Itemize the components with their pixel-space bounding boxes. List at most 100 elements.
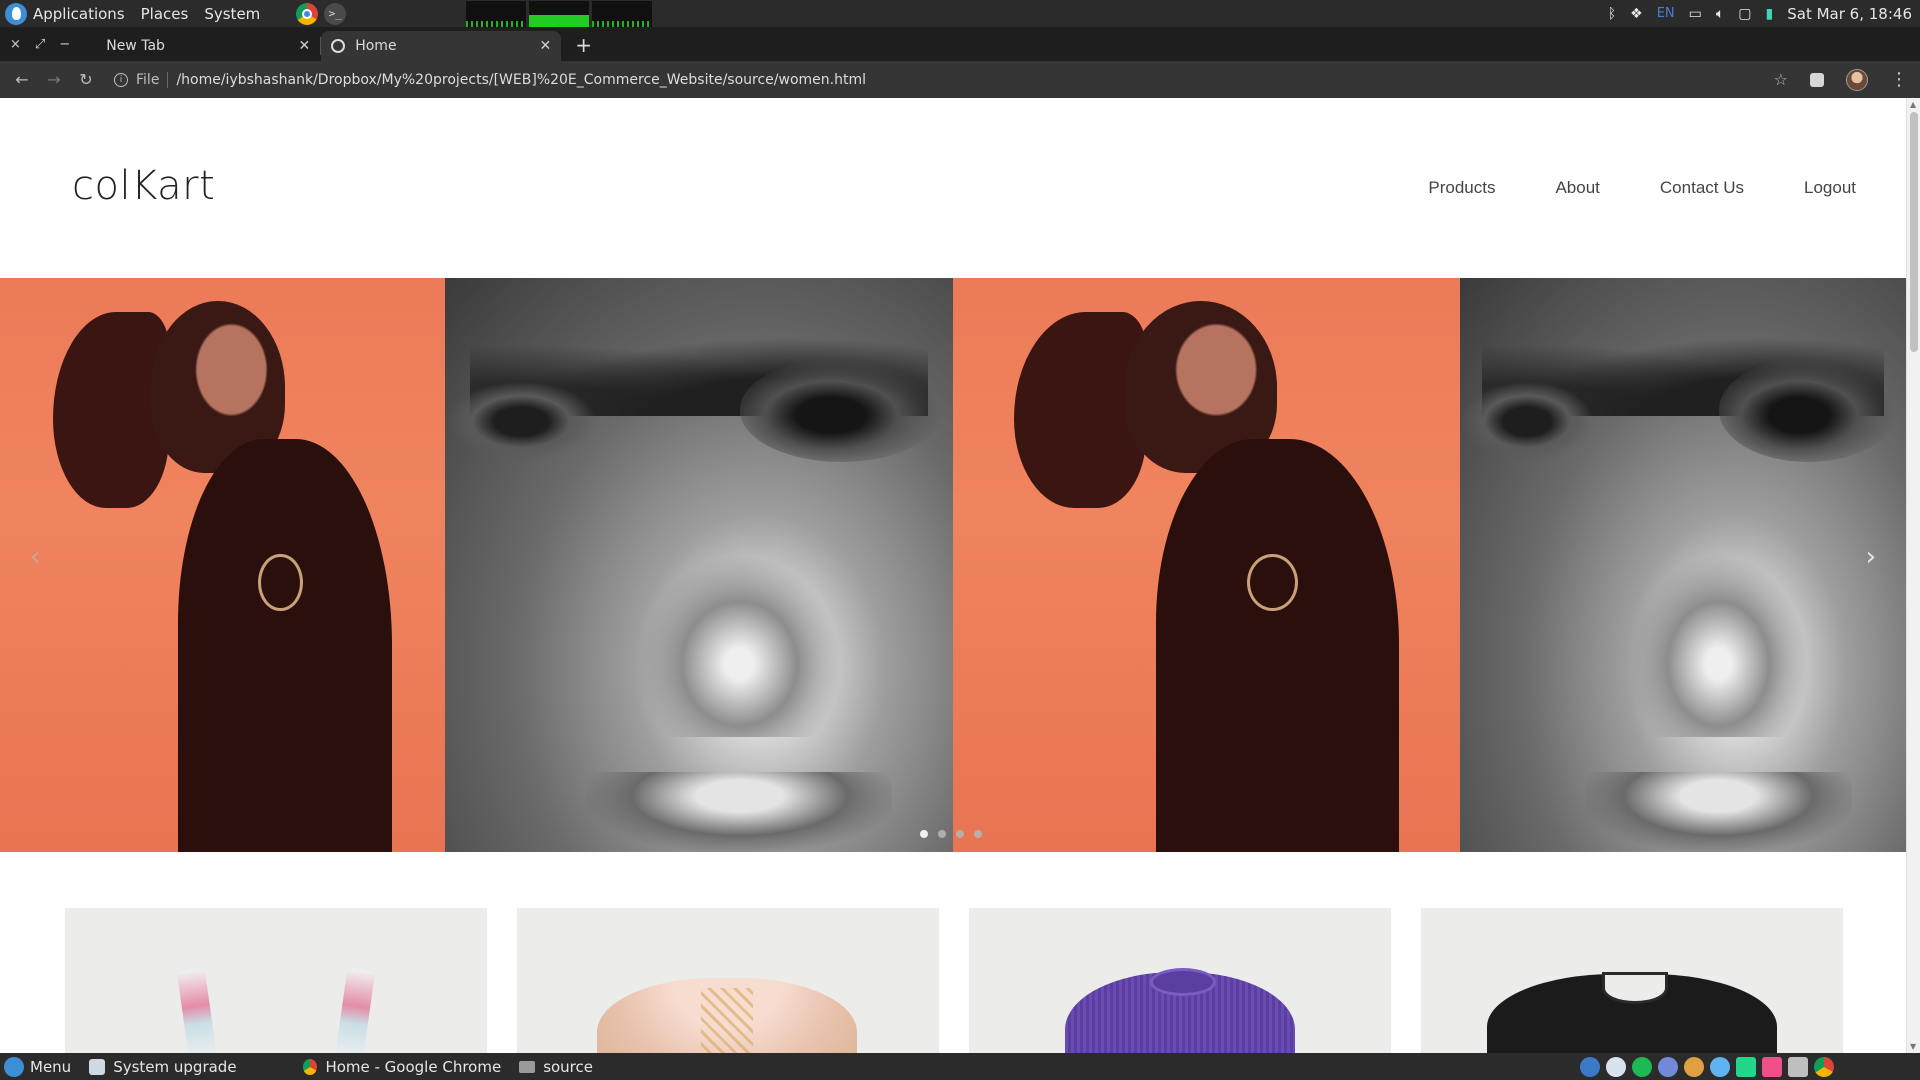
tab-new-tab[interactable]: New Tab ✕ (80, 31, 320, 61)
taskbar-menu-label: Menu (30, 1057, 72, 1076)
cpu-graph (466, 0, 527, 27)
taskbar-item-system-upgrade[interactable]: System upgrade (89, 1058, 285, 1076)
browser-tabstrip: × ⤢ − New Tab ✕ Home ✕ + (0, 27, 1920, 61)
display-icon[interactable]: ▭ (1689, 6, 1702, 22)
taskbar-item-source-folder[interactable]: source (519, 1058, 593, 1076)
volume-icon[interactable]: 🔈︎ (1716, 6, 1724, 22)
omnibox[interactable]: i File /home/iybshashank/Dropbox/My%20pr… (114, 71, 1774, 88)
nav-logout[interactable]: Logout (1804, 178, 1856, 198)
nav-contact-us[interactable]: Contact Us (1660, 178, 1744, 198)
app-tray-icon[interactable] (1580, 1056, 1600, 1077)
taskbar-item-chrome[interactable]: Home - Google Chrome (303, 1058, 501, 1076)
carousel-next-icon[interactable]: › (1866, 542, 1876, 572)
terminal-launcher-icon[interactable]: >_ (324, 2, 347, 25)
carousel-indicator[interactable] (920, 830, 928, 838)
site-logo[interactable]: colKart (72, 163, 215, 209)
spotify-icon[interactable] (1632, 1056, 1652, 1077)
system-monitor (466, 0, 653, 27)
product-card-2[interactable] (517, 908, 939, 1053)
taskbar-item-label: System upgrade (113, 1057, 237, 1076)
network-graph (592, 0, 653, 27)
scroll-down-icon[interactable]: ▼ (1910, 1042, 1916, 1051)
page-viewport: colKart Products About Contact Us Logout (0, 98, 1920, 1053)
clock[interactable]: Sat Mar 6, 18:46 (1787, 5, 1912, 23)
intellij-icon[interactable] (1762, 1056, 1782, 1077)
taskbar-tray (1580, 1056, 1920, 1077)
browser-menu-icon[interactable]: ⋮ (1890, 69, 1908, 90)
bookmark-star-icon[interactable]: ☆ (1774, 70, 1788, 89)
tab-home[interactable]: Home ✕ (321, 31, 562, 61)
discord-icon[interactable] (1658, 1056, 1678, 1077)
page-scrollbar[interactable]: ▲ ▼ (1906, 98, 1920, 1053)
product-card-3[interactable] (969, 908, 1391, 1053)
site-header: colKart Products About Contact Us Logout (0, 98, 1906, 278)
scroll-up-icon[interactable]: ▲ (1910, 100, 1916, 109)
site-nav: Products About Contact Us Logout (1428, 178, 1856, 198)
carousel-indicator[interactable] (974, 830, 982, 838)
distro-logo-icon[interactable] (5, 2, 27, 25)
notification-icon[interactable]: ▢ (1738, 6, 1751, 22)
chrome-icon (303, 1058, 318, 1075)
profile-avatar[interactable] (1846, 68, 1868, 91)
chrome-tray-icon[interactable] (1814, 1056, 1834, 1077)
new-tab-button[interactable]: + (575, 33, 592, 57)
menu-applications[interactable]: Applications (33, 5, 125, 23)
product-card-1[interactable] (65, 908, 487, 1053)
product-image (1487, 972, 1777, 1053)
scheme-label: File (136, 71, 169, 88)
product-card-4[interactable] (1421, 908, 1843, 1053)
taskbar-item-label: Home - Google Chrome (325, 1057, 502, 1076)
chrome-launcher-icon[interactable] (296, 2, 319, 25)
folder-icon (519, 1060, 536, 1073)
back-arrow-icon[interactable]: ← (6, 70, 38, 89)
bluetooth-icon[interactable]: ᛒ (1608, 6, 1616, 22)
carousel-prev-icon[interactable]: ‹ (30, 542, 40, 572)
tab-title: New Tab (106, 38, 165, 54)
taskbar-menu-button[interactable]: Menu (0, 1056, 72, 1077)
reload-icon[interactable]: ↻ (70, 70, 102, 89)
battery-icon[interactable]: ▮ (1766, 6, 1774, 22)
app-tray-icon[interactable] (1788, 1056, 1808, 1077)
memory-graph (529, 0, 590, 27)
keyboard-layout-indicator[interactable]: EN (1657, 6, 1675, 21)
close-window-icon[interactable]: × (10, 37, 21, 52)
desktop-menu: Applications Places System (0, 0, 276, 27)
carousel-image-face-closeup (445, 278, 953, 852)
close-tab-icon[interactable]: ✕ (298, 38, 310, 54)
pycharm-icon[interactable] (1736, 1056, 1756, 1077)
tab-title: Home (355, 38, 397, 54)
menu-places[interactable]: Places (141, 5, 189, 23)
system-tray: ᛒ ❖ EN ▭ 🔈︎ ▢ ▮ Sat Mar 6, 18:46 (1608, 5, 1920, 23)
carousel-image-face-closeup (1460, 278, 1906, 852)
globe-icon (331, 39, 346, 53)
close-tab-icon[interactable]: ✕ (539, 38, 551, 54)
panel-launchers: >_ (296, 2, 347, 25)
distro-logo-icon (4, 1056, 24, 1077)
forward-arrow-icon[interactable]: → (38, 70, 70, 89)
desktop-taskbar: Menu System upgrade Home - Google Chrome… (0, 1053, 1920, 1080)
app-tray-icon[interactable] (1710, 1056, 1730, 1077)
carousel-indicator[interactable] (938, 830, 946, 838)
extensions-puzzle-icon[interactable] (1810, 72, 1824, 87)
url-text[interactable]: /home/iybshashank/Dropbox/My%20projects/… (176, 72, 866, 88)
hero-carousel[interactable]: ‹ › (0, 278, 1906, 852)
product-image (334, 968, 376, 1053)
window-icon (89, 1058, 106, 1075)
menu-system[interactable]: System (204, 5, 260, 23)
browser-toolbar: ← → ↻ i File /home/iybshashank/Dropbox/M… (0, 61, 1920, 98)
window-controls: × ⤢ − (0, 37, 80, 61)
carousel-indicator[interactable] (956, 830, 964, 838)
info-icon[interactable]: i (114, 72, 128, 87)
app-tray-icon[interactable] (1606, 1056, 1626, 1077)
minimize-window-icon[interactable]: − (59, 37, 70, 52)
nav-about[interactable]: About (1555, 178, 1599, 198)
carousel-indicators (920, 830, 982, 838)
dropbox-icon[interactable]: ❖ (1630, 6, 1643, 22)
product-grid (65, 908, 1843, 1053)
scrollbar-thumb[interactable] (1910, 112, 1918, 352)
nav-products[interactable]: Products (1428, 178, 1495, 198)
product-image (1065, 968, 1295, 1053)
taskbar-item-label: source (543, 1057, 593, 1076)
maximize-window-icon[interactable]: ⤢ (35, 37, 45, 52)
app-tray-icon[interactable] (1684, 1056, 1704, 1077)
